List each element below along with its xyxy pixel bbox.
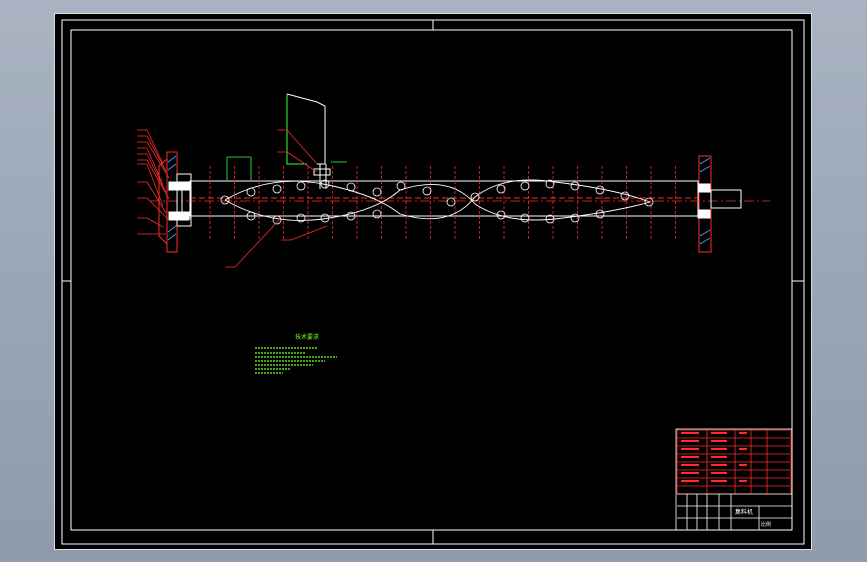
cad-drawing: 技术要求 集料机 比例	[61, 19, 805, 545]
left-flange-hatch	[167, 155, 177, 241]
part-leaders-left	[137, 129, 170, 235]
title-block-entries	[681, 432, 747, 482]
title-block-name: 集料机	[735, 508, 753, 516]
inner-frame	[70, 29, 793, 531]
title-block-scale: 比例	[761, 521, 771, 528]
technical-notes	[255, 347, 337, 374]
right-flange	[697, 155, 742, 253]
dimension-ticks	[209, 166, 676, 239]
cad-drawing-area[interactable]: 技术要求 集料机 比例	[54, 13, 812, 550]
notes-heading: 技术要求	[295, 333, 319, 341]
feed-hopper	[286, 93, 331, 189]
title-block	[675, 428, 793, 531]
helical-blade	[224, 179, 651, 221]
